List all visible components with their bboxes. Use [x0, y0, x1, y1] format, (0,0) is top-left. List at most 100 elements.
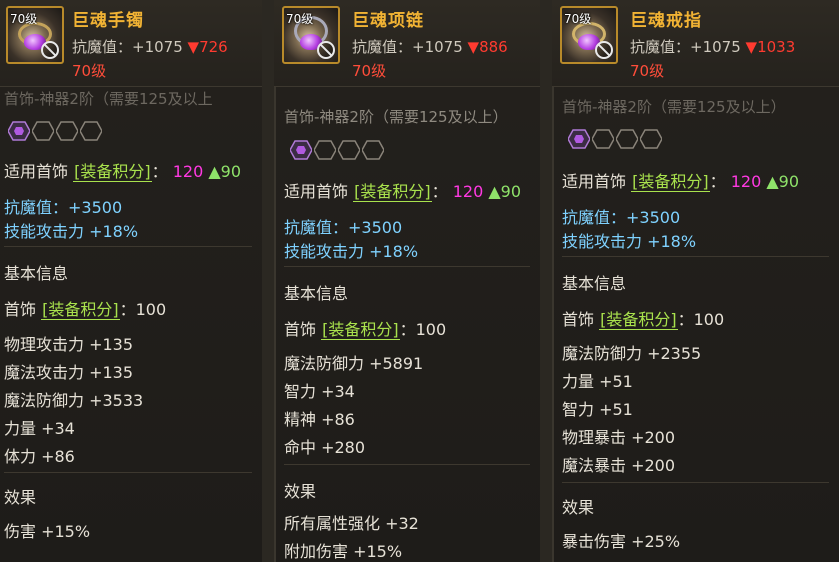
stat-line: 魔法攻击力 +135 — [4, 363, 134, 382]
bonus-line: 抗魔值：+3500 — [562, 208, 681, 227]
resist-line: 抗魔值：+1075 ▼726 — [72, 36, 228, 57]
score-value: 120 — [172, 162, 204, 181]
section-title-basic: 基本信息 — [4, 264, 69, 283]
item-name: 巨魂项链 — [352, 11, 424, 31]
basic-score-label: 首饰 — [562, 310, 595, 329]
level-requirement: 70级 — [72, 62, 107, 80]
colon: ： — [677, 310, 694, 329]
effect-line: 附加伤害 +15% — [284, 542, 403, 561]
section-title-basic: 基本信息 — [562, 274, 627, 293]
level-badge: 70级 — [564, 12, 592, 26]
score-up: ▲90 — [488, 182, 522, 201]
effect-line: 暴击伤害 +25% — [562, 532, 681, 551]
score-tag: [装备积分] — [73, 162, 152, 182]
level-badge: 70级 — [10, 12, 38, 26]
stat-line: 魔法暴击 +200 — [562, 456, 676, 475]
tooltip-header: 70级 巨魂项链 抗魔值：+1075 ▼886 70级 — [274, 0, 540, 87]
divider — [284, 464, 530, 465]
score-value: 120 — [730, 172, 762, 191]
item-name: 巨魂手镯 — [72, 11, 144, 31]
colon: ： — [431, 182, 448, 201]
background-gap — [262, 0, 274, 562]
socket-empty-icon — [338, 139, 360, 161]
socket-empty-icon — [32, 120, 54, 142]
socket-chain — [290, 139, 390, 161]
resist-value: +1075 — [690, 38, 741, 56]
background-gap — [540, 0, 552, 562]
level-badge: 70级 — [286, 12, 314, 26]
resist-diff: ▼726 — [187, 38, 228, 56]
socket-empty-icon — [592, 128, 614, 150]
colon: ： — [709, 172, 726, 191]
colon: ： — [119, 300, 136, 319]
socket-empty-icon — [80, 120, 102, 142]
resist-line: 抗魔值：+1075 ▼1033 — [630, 36, 795, 57]
stat-line: 命中 +280 — [284, 438, 366, 457]
bonus-line: 技能攻击力 +18% — [284, 242, 419, 261]
score-tag: [装备积分] — [41, 300, 120, 320]
basic-score-label: 首饰 — [284, 320, 317, 339]
stat-line: 魔法防御力 +2355 — [562, 344, 702, 363]
stat-line: 物理攻击力 +135 — [4, 335, 134, 354]
item-tooltip-bracelet: 70级 巨魂手镯 抗魔值：+1075 ▼726 70级 首饰-神器2阶（需要12… — [0, 0, 262, 562]
resist-line: 抗魔值：+1075 ▼886 — [352, 36, 508, 57]
score-tag: [装备积分] — [353, 182, 432, 202]
divider — [284, 266, 530, 267]
basic-score-line: 首饰 [装备积分]：100 — [284, 316, 446, 340]
resist-value: +1075 — [132, 38, 183, 56]
colon: ： — [399, 320, 416, 339]
socket-filled-icon — [8, 120, 30, 142]
tooltip-header: 70级 巨魂手镯 抗魔值：+1075 ▼726 70级 — [0, 0, 262, 87]
stat-line: 体力 +86 — [4, 447, 75, 466]
stat-line: 魔法防御力 +3533 — [4, 391, 144, 410]
stat-line: 物理暴击 +200 — [562, 428, 676, 447]
divider — [562, 256, 829, 257]
bonus-line: 技能攻击力 +18% — [562, 232, 697, 251]
no-trade-icon — [41, 41, 59, 59]
divider — [562, 482, 829, 483]
score-line: 适用首饰 [装备积分]： 120 ▲90 — [4, 158, 241, 182]
socket-filled-icon — [290, 139, 312, 161]
section-title-effect: 效果 — [562, 498, 595, 517]
item-tooltip-ring: 70级 巨魂戒指 抗魔值：+1075 ▼1033 70级 首饰-神器2阶（需要1… — [552, 0, 839, 562]
socket-filled-icon — [568, 128, 590, 150]
score-tag: [装备积分] — [321, 320, 400, 340]
resist-diff: ▼1033 — [745, 38, 796, 56]
socket-empty-icon — [314, 139, 336, 161]
tier-requirement: 首饰-神器2阶（需要125及以上） — [562, 98, 786, 116]
stat-line: 精神 +86 — [284, 410, 355, 429]
bonus-line: 抗魔值：+3500 — [284, 218, 403, 237]
level-requirement: 70级 — [352, 62, 387, 80]
score-tag: [装备积分] — [599, 310, 678, 330]
socket-empty-icon — [616, 128, 638, 150]
suit-label: 适用首饰 — [562, 172, 627, 191]
section-title-effect: 效果 — [4, 488, 37, 507]
basic-score-value: 100 — [415, 320, 447, 339]
colon: ： — [151, 162, 168, 181]
item-icon[interactable]: 70级 — [560, 6, 618, 64]
socket-empty-icon — [362, 139, 384, 161]
tier-requirement: 首饰-神器2阶（需要125及以上） — [284, 108, 508, 126]
item-icon[interactable]: 70级 — [6, 6, 64, 64]
score-tag: [装备积分] — [631, 172, 710, 192]
score-line: 适用首饰 [装备积分]： 120 ▲90 — [562, 168, 799, 192]
score-up: ▲90 — [766, 172, 800, 191]
resist-diff: ▼886 — [467, 38, 508, 56]
basic-score-line: 首饰 [装备积分]：100 — [4, 296, 166, 320]
bonus-line: 抗魔值：+3500 — [4, 198, 123, 217]
item-icon[interactable]: 70级 — [282, 6, 340, 64]
tier-requirement: 首饰-神器2阶（需要125及以上 — [4, 90, 213, 108]
score-value: 120 — [452, 182, 484, 201]
bonus-line: 技能攻击力 +18% — [4, 222, 139, 241]
no-trade-icon — [317, 41, 335, 59]
resist-label: 抗魔值： — [72, 38, 133, 56]
score-line: 适用首饰 [装备积分]： 120 ▲90 — [284, 178, 521, 202]
resist-label: 抗魔值： — [352, 38, 413, 56]
socket-chain — [568, 128, 668, 150]
tooltip-header: 70级 巨魂戒指 抗魔值：+1075 ▼1033 70级 — [552, 0, 839, 87]
stat-line: 力量 +51 — [562, 372, 633, 391]
basic-score-value: 100 — [135, 300, 167, 319]
item-name: 巨魂戒指 — [630, 11, 702, 31]
basic-score-label: 首饰 — [4, 300, 37, 319]
resist-label: 抗魔值： — [630, 38, 691, 56]
